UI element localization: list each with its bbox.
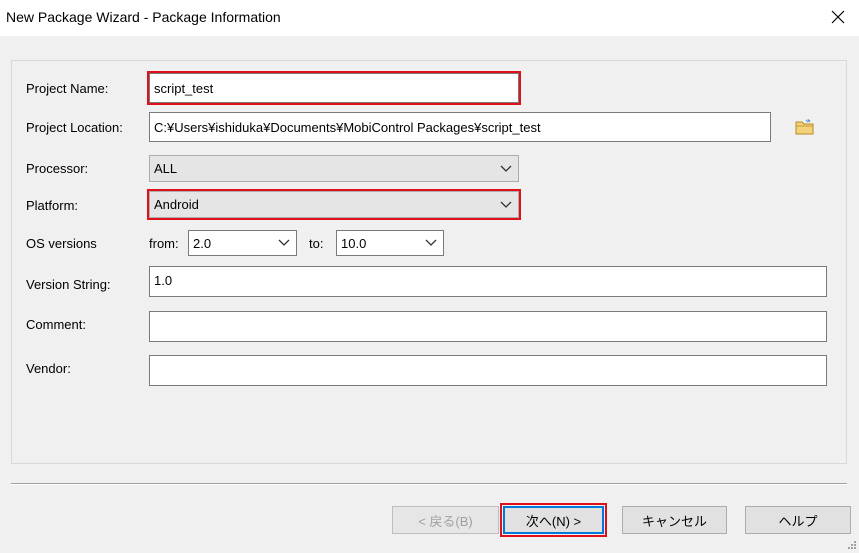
project-name-label: Project Name:: [26, 81, 109, 96]
os-from-value: 2.0: [193, 235, 212, 251]
comment-input[interactable]: [149, 311, 827, 342]
back-button[interactable]: < 戻る(B): [392, 506, 499, 534]
window-title: New Package Wizard - Package Information: [6, 9, 281, 25]
processor-label: Processor:: [26, 161, 89, 176]
platform-label: Platform:: [26, 198, 79, 213]
comment-label: Comment:: [26, 317, 86, 332]
project-location-label: Project Location:: [26, 120, 123, 135]
project-name-highlight: [147, 71, 521, 105]
chevron-down-icon: [500, 165, 512, 173]
folder-browse-icon[interactable]: [795, 118, 815, 136]
help-button[interactable]: ヘルプ: [745, 506, 851, 534]
vendor-input[interactable]: [149, 355, 827, 386]
os-from-label: from:: [149, 236, 179, 251]
chevron-down-icon: [425, 239, 437, 247]
processor-select[interactable]: ALL: [149, 155, 519, 182]
os-versions-label: OS versions: [26, 236, 97, 251]
title-bar: New Package Wizard - Package Information: [0, 0, 859, 36]
chevron-down-icon: [278, 239, 290, 247]
vendor-label: Vendor:: [26, 361, 71, 376]
os-from-select[interactable]: 2.0: [188, 230, 297, 256]
version-string-label: Version String:: [26, 277, 111, 292]
next-button-highlight: [500, 503, 607, 537]
close-icon[interactable]: [825, 4, 851, 30]
processor-value: ALL: [154, 161, 178, 176]
footer-separator: [11, 483, 847, 485]
platform-highlight: [147, 189, 521, 220]
os-to-value: 10.0: [341, 235, 367, 251]
cancel-button[interactable]: キャンセル: [622, 506, 727, 534]
os-to-select[interactable]: 10.0: [336, 230, 444, 256]
resize-grip-icon[interactable]: [847, 538, 857, 549]
os-to-label: to:: [309, 236, 324, 251]
version-string-input[interactable]: 1.0: [149, 266, 827, 297]
project-location-input[interactable]: C:¥Users¥ishiduka¥Documents¥MobiControl …: [149, 112, 771, 142]
